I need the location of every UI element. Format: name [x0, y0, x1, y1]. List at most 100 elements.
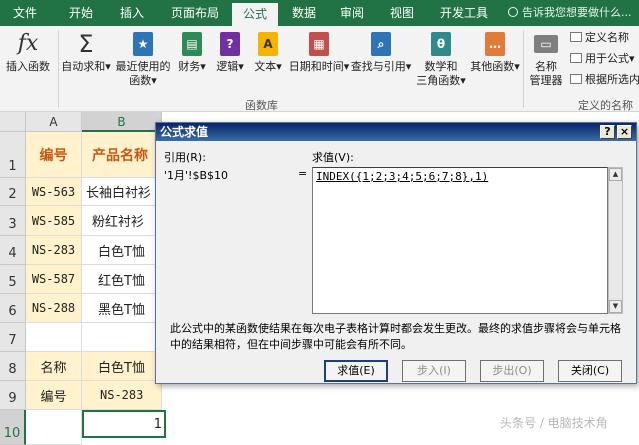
dropdown-arrow-icon: ▾	[200, 60, 206, 73]
name-manager-button[interactable]: ▭ 名称 管理器	[525, 30, 567, 88]
row-header-5[interactable]: 5	[0, 265, 26, 294]
datetime-button[interactable]: ▦ 日期和时间▾	[288, 30, 350, 74]
name-manager-label: 名称	[535, 60, 557, 73]
tell-me-box[interactable]: 告诉我您想要做什么...	[508, 0, 639, 26]
dropdown-arrow-icon: ▾	[238, 60, 244, 73]
cell-a6[interactable]: NS-288	[26, 294, 82, 323]
cell-a5[interactable]: WS-587	[26, 265, 82, 294]
reference-label: 引用(R):	[164, 151, 206, 164]
dialog-close-icon[interactable]: ×	[617, 125, 632, 139]
cell-a10[interactable]	[26, 410, 82, 445]
more-functions-button[interactable]: … 其他函数▾	[470, 30, 520, 74]
insert-function-label: 插入函数	[6, 60, 50, 73]
cell-a3[interactable]: WS-585	[26, 206, 82, 236]
insert-function-button[interactable]: fx 插入函数	[2, 30, 54, 74]
star-book-icon: ★	[130, 30, 156, 58]
name-manager-label-2: 管理器	[529, 74, 563, 87]
row-header-9[interactable]: 9	[0, 381, 26, 410]
more-functions-book-icon: …	[482, 30, 508, 58]
cell-a2[interactable]: WS-563	[26, 178, 82, 206]
use-in-formula-button[interactable]: 用于公式▾	[570, 52, 635, 66]
tab-formulas[interactable]: 公式	[232, 3, 278, 26]
dropdown-arrow-icon: ▾	[460, 74, 466, 87]
row-header-8[interactable]: 8	[0, 352, 26, 381]
cell-b9[interactable]: NS-283	[82, 381, 162, 410]
tab-insert[interactable]: 插入	[110, 0, 154, 26]
financial-button[interactable]: ▤ 财务▾	[176, 30, 208, 74]
column-header-b[interactable]: B	[82, 112, 162, 132]
function-library-group-label: 函数库	[245, 99, 278, 112]
step-out-button[interactable]: 步出(O)	[480, 360, 544, 382]
evaluation-scrollbar[interactable]: ▲ ▼	[608, 167, 623, 314]
dropdown-arrow-icon: ▾	[405, 60, 412, 73]
ribbon-tab-bar: 文件 开始 插入 页面布局 公式 数据 审阅 视图 开发工具 告诉我您想要做什么…	[0, 0, 639, 26]
dropdown-arrow-icon: ▾	[276, 60, 282, 73]
tab-view[interactable]: 视图	[382, 0, 422, 26]
math-trig-button[interactable]: θ 数学和 三角函数▾	[414, 30, 468, 88]
row-header-4[interactable]: 4	[0, 236, 26, 265]
cell-a8[interactable]: 名称	[26, 352, 82, 381]
dialog-title: 公式求值	[160, 125, 209, 139]
evaluation-formula: INDEX({1;2;3;4;5;6;7;8},1)	[316, 170, 489, 183]
evaluation-label: 求值(V):	[312, 151, 354, 164]
lookup-reference-button[interactable]: ⌕ 查找与引用▾	[350, 30, 412, 74]
row-header-6[interactable]: 6	[0, 294, 26, 323]
watermark: 头条号 / 电脑技术角	[500, 416, 608, 430]
row-header-3[interactable]: 3	[0, 206, 26, 236]
tab-file[interactable]: 文件	[0, 0, 50, 26]
cell-b2[interactable]: 长袖白衬衫	[82, 178, 162, 206]
evaluate-button[interactable]: 求值(E)	[324, 360, 388, 382]
cell-a4[interactable]: NS-283	[26, 236, 82, 265]
math-label: 数学和	[424, 60, 458, 73]
cell-b1[interactable]: 产品名称	[82, 132, 162, 178]
row-header-7[interactable]: 7	[0, 323, 26, 352]
tab-developer[interactable]: 开发工具	[432, 0, 496, 26]
step-in-button[interactable]: 步入(I)	[402, 360, 466, 382]
dropdown-arrow-icon: ▾	[151, 74, 157, 87]
theta-book-icon: θ	[428, 30, 454, 58]
cell-a1[interactable]: 编号	[26, 132, 82, 178]
dialog-help-button[interactable]: ?	[600, 125, 615, 139]
dropdown-arrow-icon: ▾	[105, 60, 111, 73]
more-functions-label: 其他函数	[470, 60, 515, 73]
tab-review[interactable]: 审阅	[332, 0, 372, 26]
cell-a7[interactable]	[26, 323, 82, 352]
tab-home[interactable]: 开始	[56, 0, 106, 26]
column-header-a[interactable]: A	[26, 112, 82, 132]
recent-functions-button[interactable]: ★ 最近使用的 函数▾	[112, 30, 174, 88]
cell-b8[interactable]: 白色T恤	[82, 352, 162, 381]
close-button[interactable]: 关闭(C)	[558, 360, 622, 382]
select-all-corner[interactable]	[0, 112, 26, 132]
create-from-selection-icon	[570, 74, 582, 84]
tab-page-layout[interactable]: 页面布局	[160, 0, 230, 26]
lightbulb-icon	[508, 7, 518, 17]
datetime-label: 日期和时间	[288, 60, 344, 73]
use-in-formula-label: 用于公式	[585, 52, 629, 65]
dialog-titlebar[interactable]: 公式求值	[156, 123, 636, 141]
evaluation-box[interactable]: INDEX({1;2;3;4;5;6;7;8},1)	[312, 167, 608, 314]
cell-b4[interactable]: 白色T恤	[82, 236, 162, 265]
math-label-2: 三角函数	[416, 74, 461, 87]
row-header-10[interactable]: 10	[0, 410, 26, 445]
text-book-icon: A	[255, 30, 281, 58]
logical-button[interactable]: ? 逻辑▾	[214, 30, 246, 74]
cell-b3[interactable]: 粉红衬衫	[82, 206, 162, 236]
cell-a9[interactable]: 编号	[26, 381, 82, 410]
row-header-2[interactable]: 2	[0, 178, 26, 206]
cell-b5[interactable]: 红色T恤	[82, 265, 162, 294]
scroll-down-icon[interactable]: ▼	[609, 300, 622, 313]
create-from-selection-label: 根据所选内	[585, 73, 639, 86]
tab-data[interactable]: 数据	[284, 0, 324, 26]
text-label: 文本	[254, 60, 277, 73]
autosum-button[interactable]: Σ 自动求和▾	[60, 30, 112, 74]
cell-b7[interactable]	[82, 323, 162, 352]
ribbon-separator	[58, 30, 59, 108]
text-button[interactable]: A 文本▾	[252, 30, 284, 74]
scroll-up-icon[interactable]: ▲	[609, 168, 622, 181]
row-header-1[interactable]: 1	[0, 132, 26, 178]
cell-b6[interactable]: 黑色T恤	[82, 294, 162, 323]
cell-b10[interactable]: 1	[82, 410, 166, 438]
create-from-selection-button[interactable]: 根据所选内	[570, 73, 639, 87]
define-name-button[interactable]: 定义名称	[570, 31, 629, 45]
reference-value: '1月'!$B$10	[164, 169, 228, 182]
